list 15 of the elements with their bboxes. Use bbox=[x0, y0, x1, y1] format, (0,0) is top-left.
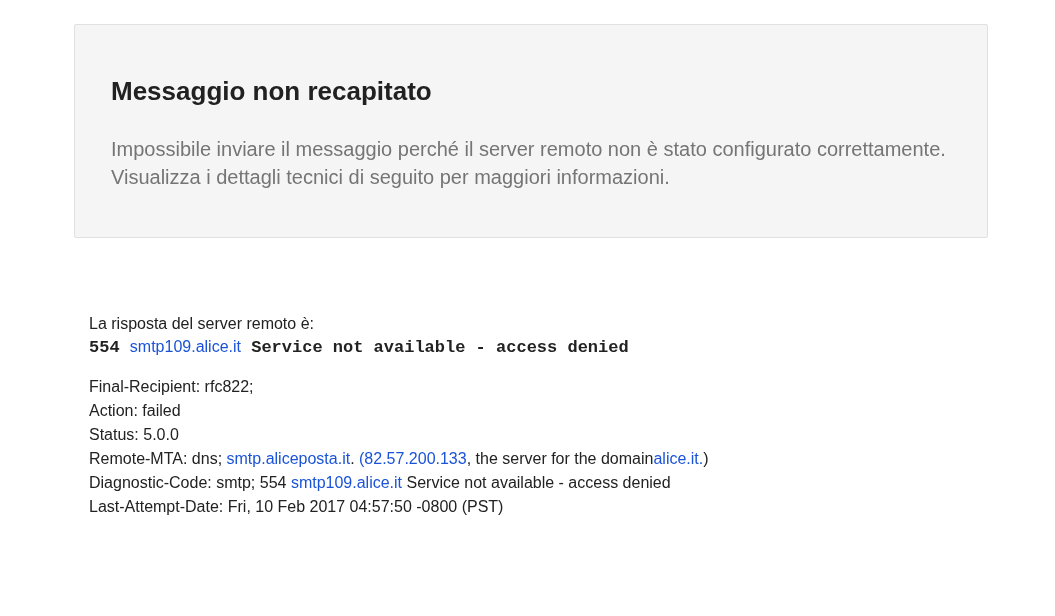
response-label: La risposta del server remoto è: bbox=[89, 314, 315, 334]
detail-link[interactable]: (82.57.200.133 bbox=[359, 450, 467, 467]
detail-line: Final-Recipient: rfc822; bbox=[89, 377, 255, 397]
detail-link[interactable]: smtp.aliceposta.it bbox=[226, 450, 351, 467]
detail-line: Remote-MTA: dns; smtp.aliceposta.it. (82.57.200.133, the server for the domainalice.it.) bbox=[89, 449, 710, 469]
notice-message: Impossibile inviare il messaggio perché il server remoto non è stato configurato correttamente. Visualizza i dettagli tecnici di seguito per maggiori informazioni. bbox=[111, 137, 947, 190]
detail-line: Last-Attempt-Date: Fri, 10 Feb 2017 04:57:50 -0800 (PST) bbox=[89, 497, 505, 517]
detail-link[interactable]: smtp109.alice.it bbox=[290, 474, 403, 491]
detail-line: Status: 5.0.0 bbox=[89, 425, 180, 445]
host-link[interactable]: smtp109.alice.it bbox=[129, 338, 241, 355]
detail-line: Action: failed bbox=[89, 401, 182, 421]
detail-link[interactable]: alice.it. bbox=[653, 450, 704, 467]
detail-line: Diagnostic-Code: smtp; 554 smtp109.alice.it Service not available - access denied bbox=[89, 473, 672, 493]
notice-title: Messaggio non recapitato bbox=[111, 75, 433, 107]
server-response: 554 smtp109.alice.it Service not available - access denied bbox=[89, 337, 630, 359]
